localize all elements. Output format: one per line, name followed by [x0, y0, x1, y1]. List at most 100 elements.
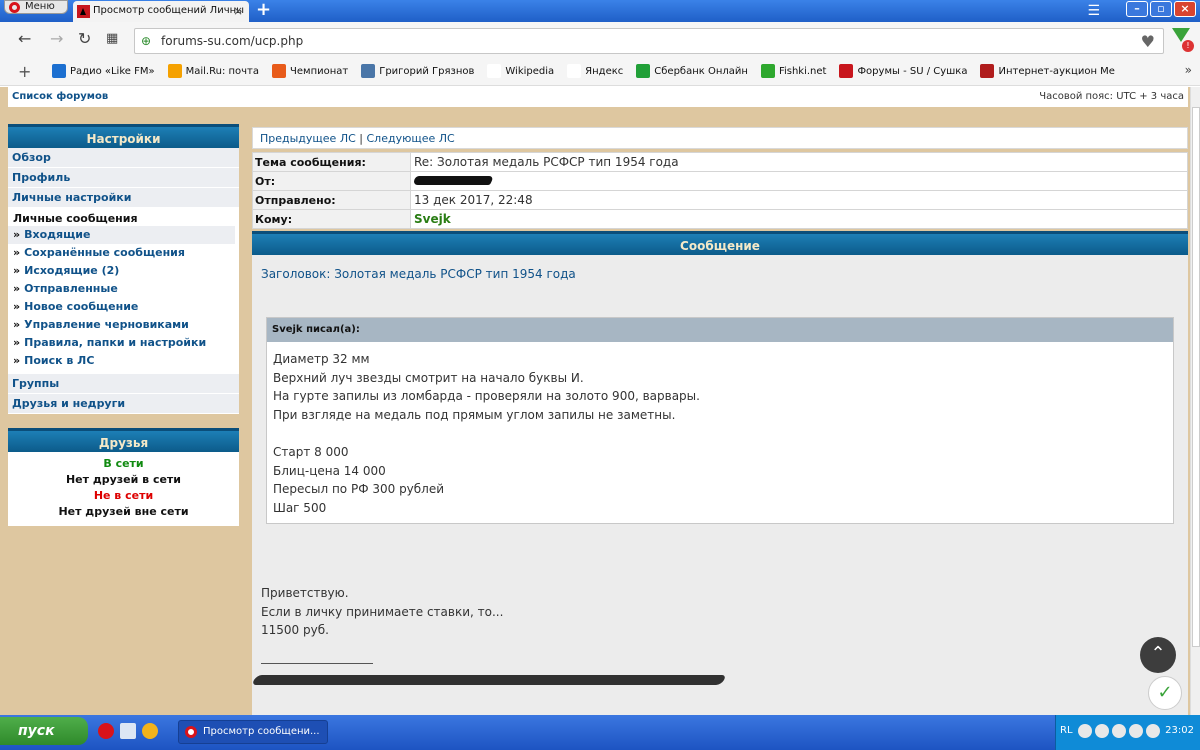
- bookmark-item[interactable]: Чемпионат: [272, 64, 348, 78]
- navigation-bar: ← → ↻ ▦ ⊕ forums-su.com/ucp.php ♥ !: [0, 22, 1200, 58]
- signature-divider: [261, 663, 373, 664]
- pm-item-search[interactable]: » Поиск в ЛС: [8, 352, 239, 370]
- url-text: forums-su.com/ucp.php: [161, 34, 304, 48]
- start-button[interactable]: пуск: [0, 717, 88, 745]
- previous-pm-link[interactable]: Предыдущее ЛС: [260, 132, 356, 145]
- quote-text: Диаметр 32 мм Верхний луч звезды смотрит …: [267, 342, 1173, 517]
- opera-quicklaunch-icon[interactable]: [98, 723, 114, 739]
- quote-line: Диаметр 32 мм: [273, 352, 370, 366]
- opera-logo-icon: [9, 2, 20, 13]
- bookmark-item[interactable]: Сбербанк Онлайн: [636, 64, 748, 78]
- reload-icon[interactable]: ↻: [78, 30, 91, 48]
- message-subject: Заголовок: Золотая медаль РСФСР тип 1954…: [261, 267, 576, 281]
- pm-item-compose[interactable]: » Новое сообщение: [8, 298, 239, 316]
- no-offline-friends: Нет друзей вне сети: [58, 505, 189, 518]
- pm-item-sent[interactable]: » Отправленные: [8, 280, 239, 298]
- heart-bookmark-icon[interactable]: ♥: [1141, 32, 1155, 51]
- bookmark-item[interactable]: Mail.Ru: почта: [167, 64, 259, 78]
- sidebar-item-profile[interactable]: Профиль: [8, 168, 239, 188]
- forum-list-link[interactable]: Список форумов: [12, 91, 108, 102]
- bookmark-label: Wikipedia: [505, 65, 555, 77]
- next-pm-link[interactable]: Следующее ЛС: [367, 132, 455, 145]
- pm-item-rules[interactable]: » Правила, папки и настройки: [8, 334, 239, 352]
- tray-antivirus-icon[interactable]: [1112, 724, 1126, 738]
- back-arrow-icon[interactable]: ←: [18, 30, 31, 48]
- table-row: Кому: Svejk: [252, 209, 1188, 229]
- sidebar-item-personal-settings[interactable]: Личные настройки: [8, 188, 239, 208]
- maximize-icon[interactable]: ▫: [1150, 1, 1172, 17]
- auction-icon: [980, 64, 995, 78]
- scroll-up-icon[interactable]: ⌃: [1140, 637, 1176, 673]
- quote-line: При взгляде на медаль под прямым углом з…: [273, 407, 676, 422]
- sent-label: Отправлено:: [252, 190, 411, 210]
- tray-network-icon[interactable]: [1129, 724, 1143, 738]
- address-bar[interactable]: ⊕ forums-su.com/ucp.php ♥: [134, 28, 1164, 54]
- bookmark-item[interactable]: Интернет-аукцион Ме: [980, 64, 1115, 78]
- bookmark-label: Форумы - SU / Сушка: [857, 65, 968, 77]
- add-bookmark-icon[interactable]: +: [18, 62, 31, 81]
- bookmark-label: Сбербанк Онлайн: [654, 65, 748, 77]
- yandex-icon: [567, 64, 582, 78]
- table-row: От:: [252, 171, 1188, 191]
- tray-volume-icon[interactable]: [1146, 724, 1160, 738]
- tab-menu-icon[interactable]: ☰: [1087, 3, 1100, 19]
- more-bookmarks-icon[interactable]: »: [1185, 63, 1192, 77]
- quote-line: На гурте запилы из ломбарда - проверяли …: [273, 389, 700, 404]
- pm-item-outbox[interactable]: » Исходящие (2): [8, 262, 239, 280]
- reply-line: Приветствую.: [261, 586, 349, 600]
- table-row: Тема сообщения: Re: Золотая медаль РСФСР…: [252, 152, 1188, 172]
- new-tab-button[interactable]: +: [256, 0, 271, 20]
- quote-line: Шаг 500: [273, 500, 327, 515]
- bookmark-item[interactable]: Григорий Грязнов: [361, 64, 474, 78]
- reply-line: 11500 руб.: [261, 623, 329, 638]
- taskbar-window-button[interactable]: Просмотр сообщени...: [178, 720, 328, 744]
- browser-menu-button[interactable]: Меню: [4, 0, 68, 14]
- bookmark-item[interactable]: Радио «Like FM»: [52, 64, 155, 78]
- download-icon[interactable]: !: [1172, 28, 1194, 52]
- bookmark-label: Интернет-аукцион Ме: [998, 65, 1115, 77]
- pm-item-drafts[interactable]: » Управление черновиками: [8, 316, 239, 334]
- pm-item-inbox[interactable]: » Входящие: [8, 226, 235, 244]
- table-row: Отправлено: 13 дек 2017, 22:48: [252, 190, 1188, 210]
- tray-app-icon[interactable]: [1078, 724, 1092, 738]
- bookmark-label: Радио «Like FM»: [70, 65, 155, 77]
- bookmark-item[interactable]: Яндекс: [567, 64, 623, 78]
- sidebar-item-groups[interactable]: Группы: [8, 374, 239, 394]
- speed-dial-icon[interactable]: ▦: [106, 30, 118, 48]
- close-window-icon[interactable]: ×: [1174, 1, 1196, 17]
- site-security-icon[interactable]: ⊕: [141, 34, 151, 48]
- sidebar-item-friends-foes[interactable]: Друзья и недруги: [8, 394, 239, 414]
- system-tray: RL 23:02: [1055, 715, 1200, 750]
- minimize-icon[interactable]: –: [1126, 1, 1148, 17]
- bookmark-item[interactable]: Fishki.net: [760, 64, 826, 78]
- forum-favicon-icon: [77, 5, 90, 18]
- fishki-icon: [760, 64, 775, 78]
- shield-check-icon[interactable]: ✓: [1148, 676, 1182, 710]
- page-scrollbar[interactable]: [1190, 87, 1200, 715]
- recipient-link[interactable]: Svejk: [410, 209, 1188, 229]
- reply-line: Если в личку принимаете ставки, то...: [261, 604, 504, 619]
- opera-task-icon: [185, 726, 197, 738]
- bookmarks-list: Радио «Like FM» Mail.Ru: почта Чемпионат Гр…: [52, 64, 1128, 78]
- forward-arrow-icon[interactable]: →: [50, 30, 63, 48]
- bookmark-label: Яндекс: [585, 65, 624, 77]
- desktop-quicklaunch-icon[interactable]: [120, 723, 136, 739]
- language-indicator[interactable]: RL: [1060, 725, 1073, 736]
- browser-title-bar: Меню Просмотр сообщений Личны × + ☰ – ▫ …: [0, 0, 1200, 22]
- mailru-icon: [167, 64, 182, 78]
- bookmark-item[interactable]: Wikipedia: [487, 64, 554, 78]
- scrollbar-thumb[interactable]: [1192, 107, 1200, 647]
- online-label: В сети: [103, 457, 144, 470]
- close-tab-icon[interactable]: ×: [233, 1, 243, 21]
- sent-value: 13 дек 2017, 22:48: [410, 190, 1188, 210]
- chrome-quicklaunch-icon[interactable]: [142, 723, 158, 739]
- quote-block: Svejk писал(а): Диаметр 32 мм Верхний луч…: [266, 317, 1174, 524]
- bookmark-item[interactable]: Форумы - SU / Сушка: [839, 64, 967, 78]
- wikipedia-icon: [487, 64, 502, 78]
- tray-shield-icon[interactable]: [1095, 724, 1109, 738]
- browser-tab[interactable]: Просмотр сообщений Личны ×: [73, 1, 249, 22]
- pm-item-saved[interactable]: » Сохранённые сообщения: [8, 244, 239, 262]
- sidebar-item-overview[interactable]: Обзор: [8, 148, 239, 168]
- quote-line: Блиц-цена 14 000: [273, 463, 386, 478]
- quote-line: Верхний луч звезды смотрит на начало бук…: [273, 370, 584, 385]
